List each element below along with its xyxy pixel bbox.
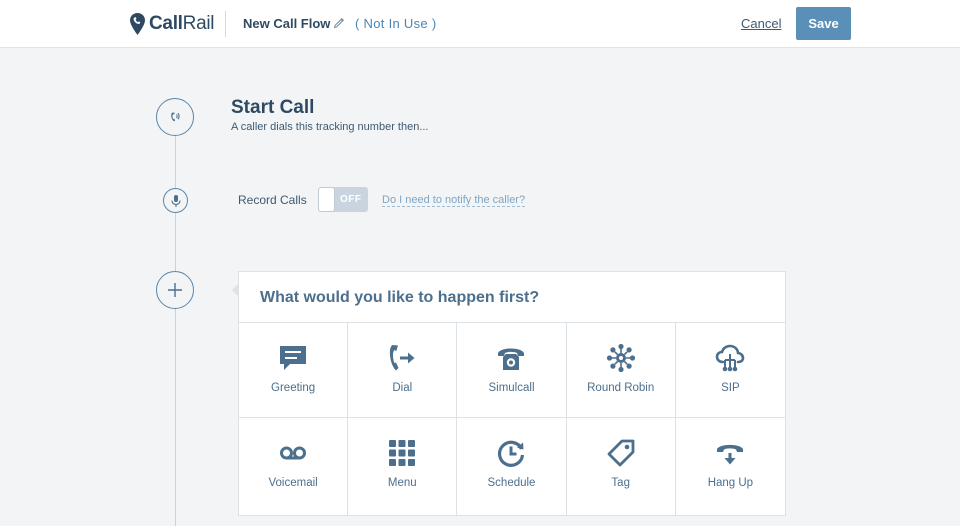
option-voicemail[interactable]: Voicemail	[239, 418, 349, 515]
toggle-knob	[319, 188, 334, 211]
round-robin-icon	[606, 343, 635, 373]
record-calls-label: Record Calls	[238, 193, 307, 207]
start-call-node	[156, 98, 194, 136]
header-divider	[225, 11, 226, 37]
option-label: Schedule	[487, 477, 536, 489]
step-chooser-panel: What would you like to happen first? Gre…	[238, 271, 786, 516]
logo-word-call: Call	[149, 13, 183, 34]
phone-ringing-icon	[171, 112, 180, 122]
step-options-grid: Greeting Dial Simulcall Round Robin SIP …	[239, 323, 785, 515]
option-label: Dial	[392, 382, 413, 394]
plus-icon	[168, 283, 182, 297]
schedule-icon	[498, 440, 525, 467]
top-bar: CallRail New Call Flow ( Not In Use ) Ca…	[0, 0, 960, 48]
option-label: Voicemail	[268, 477, 318, 489]
option-label: Simulcall	[488, 382, 535, 394]
option-simulcall[interactable]: Simulcall	[457, 323, 567, 418]
option-label: Round Robin	[587, 382, 655, 394]
option-schedule[interactable]: Schedule	[457, 418, 567, 515]
panel-header: What would you like to happen first?	[239, 272, 785, 323]
option-menu[interactable]: Menu	[348, 418, 458, 515]
option-sip[interactable]: SIP	[675, 323, 785, 418]
flow-name: New Call Flow	[243, 16, 331, 31]
status-badge: ( Not In Use )	[355, 16, 437, 31]
option-tag[interactable]: Tag	[567, 418, 676, 515]
notify-caller-link[interactable]: Do I need to notify the caller?	[382, 194, 526, 207]
start-call-subtitle: A caller dials this tracking number then…	[231, 121, 429, 133]
record-calls-node	[163, 188, 188, 213]
greeting-icon	[280, 346, 307, 370]
option-label: Hang Up	[707, 477, 754, 489]
option-label: SIP	[721, 382, 740, 394]
callrail-logo[interactable]: CallRail	[129, 10, 214, 38]
pin-icon	[130, 13, 145, 35]
simulcall-icon	[498, 348, 525, 370]
option-label: Greeting	[271, 382, 316, 394]
menu-icon	[389, 440, 416, 466]
toggle-state: OFF	[340, 194, 362, 205]
option-round-robin[interactable]: Round Robin	[566, 323, 676, 418]
option-hang-up[interactable]: Hang Up	[676, 418, 785, 515]
add-step-button[interactable]	[156, 271, 194, 309]
option-label: Menu	[387, 477, 417, 489]
sip-icon	[716, 344, 745, 372]
option-label: Tag	[611, 477, 630, 489]
start-call-title: Start Call	[231, 97, 315, 118]
tag-icon	[607, 439, 635, 467]
panel-title: What would you like to happen first?	[260, 289, 540, 306]
hang-up-icon	[717, 444, 744, 465]
record-calls-toggle[interactable]: OFF	[318, 187, 368, 212]
option-dial[interactable]: Dial	[348, 323, 458, 418]
cancel-button[interactable]: Cancel	[741, 16, 781, 31]
option-greeting[interactable]: Greeting	[239, 323, 349, 418]
microphone-icon	[170, 194, 181, 207]
dial-icon	[390, 345, 415, 371]
voicemail-icon	[280, 446, 307, 460]
pencil-icon[interactable]	[333, 16, 346, 29]
logo-word-rail: Rail	[182, 13, 215, 34]
save-button[interactable]: Save	[796, 7, 851, 40]
